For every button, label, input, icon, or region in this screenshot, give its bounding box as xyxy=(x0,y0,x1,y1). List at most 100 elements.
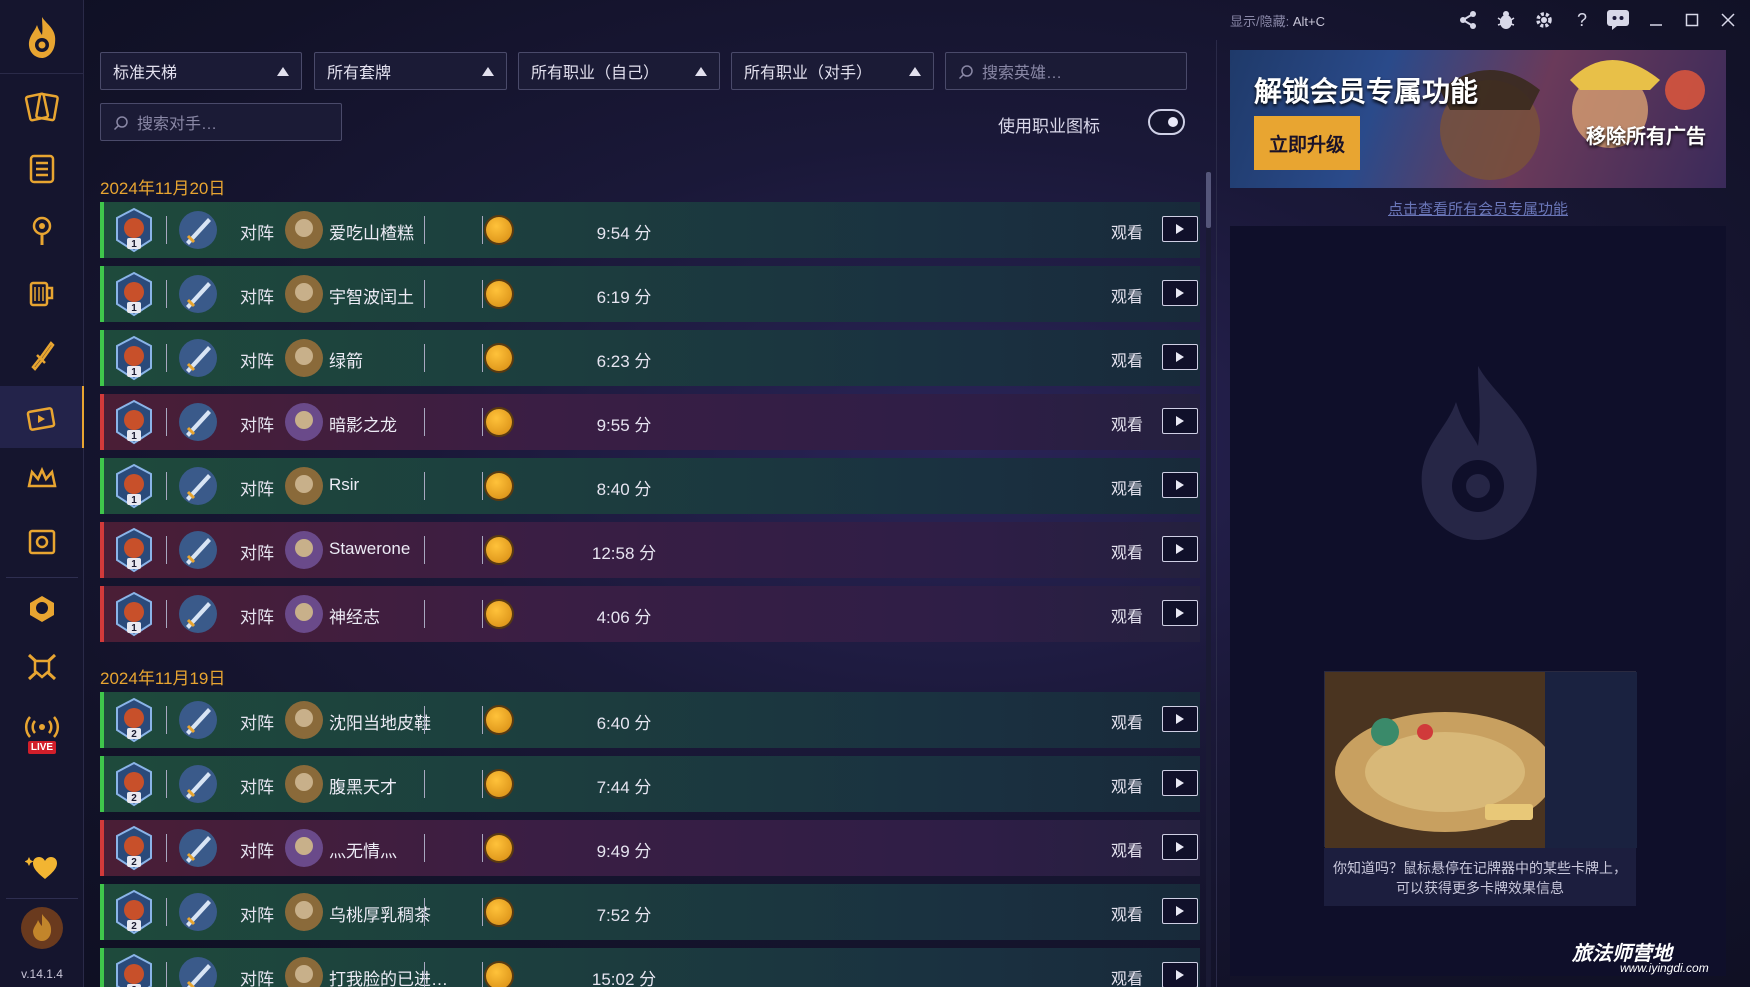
opponent-search-input[interactable]: 搜索对手… xyxy=(100,103,342,141)
game-duration: 9:49 分 xyxy=(596,842,652,861)
watch-label[interactable]: 观看 xyxy=(1111,539,1143,563)
rank-number: 1 xyxy=(131,303,137,314)
play-button[interactable] xyxy=(1162,536,1198,562)
class-opponent-select[interactable]: 所有职业（对手） xyxy=(731,52,934,90)
opponent-class-icon xyxy=(285,829,323,867)
watch-label[interactable]: 观看 xyxy=(1111,283,1143,307)
sidebar-item-ranking[interactable] xyxy=(0,448,84,510)
game-row[interactable]: 1 对阵 宇智波闰土 6:19 分 观看 xyxy=(100,266,1200,322)
game-row[interactable]: 1 对阵 爱吃山楂糕 9:54 分 观看 xyxy=(100,202,1200,258)
avatar xyxy=(21,907,63,949)
game-row[interactable]: 2 对阵 灬无情灬 9:49 分 观看 xyxy=(100,820,1200,876)
play-button[interactable] xyxy=(1162,472,1198,498)
sidebar-item-cards[interactable] xyxy=(0,76,84,138)
play-button[interactable] xyxy=(1162,770,1198,796)
gear-icon xyxy=(1536,12,1552,28)
watch-label[interactable]: 观看 xyxy=(1111,219,1143,243)
play-button[interactable] xyxy=(1162,898,1198,924)
question-icon: ? xyxy=(1576,9,1587,30)
crown-icon xyxy=(27,466,57,488)
opponent-name: 乌桃厚乳稠茶 xyxy=(329,906,431,925)
watch-label[interactable]: 观看 xyxy=(1111,837,1143,861)
watch-label[interactable]: 观看 xyxy=(1111,603,1143,627)
premium-banner[interactable]: 解锁会员专属功能 立即升级 移除所有广告 xyxy=(1230,50,1726,188)
play-button[interactable] xyxy=(1162,216,1198,242)
hero-search-input[interactable]: 搜索英雄… xyxy=(945,52,1187,90)
versus-label: 对阵 xyxy=(240,842,274,861)
game-duration: 8:40 分 xyxy=(596,480,652,499)
play-button[interactable] xyxy=(1162,280,1198,306)
opponent-name: 宇智波闰土 xyxy=(329,288,414,307)
coin-icon xyxy=(486,473,512,499)
minimize-button[interactable] xyxy=(1644,8,1668,32)
rank-badge-icon: 1 xyxy=(116,527,152,573)
game-row[interactable]: 1 对阵 神经志 4:06 分 观看 xyxy=(100,586,1200,642)
game-row[interactable]: 2 对阵 沈阳当地皮鞋 6:40 分 观看 xyxy=(100,692,1200,748)
sidebar-item-decks[interactable] xyxy=(0,138,84,200)
scrollbar-thumb[interactable] xyxy=(1206,172,1211,228)
user-avatar[interactable] xyxy=(0,900,84,956)
play-button[interactable] xyxy=(1162,600,1198,626)
app-window: LIVE v.14.1.4 显示/隐藏: Alt+C ? 标准天梯 所有套牌 所… xyxy=(0,0,1750,987)
game-row[interactable]: 2 对阵 腹黑天才 7:44 分 观看 xyxy=(100,756,1200,812)
game-row[interactable]: 1 对阵 Stawerone 12:58 分 观看 xyxy=(100,522,1200,578)
sidebar-item-collection[interactable] xyxy=(0,510,84,572)
game-row[interactable]: 2 对阵 乌桃厚乳稠茶 7:52 分 观看 xyxy=(100,884,1200,940)
own-class-icon xyxy=(179,893,217,931)
play-button[interactable] xyxy=(1162,408,1198,434)
own-class-icon xyxy=(179,339,217,377)
watch-label[interactable]: 观看 xyxy=(1111,411,1143,435)
deck-icon xyxy=(29,154,55,184)
deck-select[interactable]: 所有套牌 xyxy=(314,52,507,90)
own-class-icon xyxy=(179,595,217,633)
watch-label[interactable]: 观看 xyxy=(1111,347,1143,371)
promo-subtitle: 移除所有广告 xyxy=(1586,126,1706,148)
maximize-button[interactable] xyxy=(1680,8,1704,32)
play-button[interactable] xyxy=(1162,962,1198,987)
game-row[interactable]: 1 对阵 绿箭 6:23 分 观看 xyxy=(100,330,1200,386)
sidebar-item-replays[interactable] xyxy=(0,386,84,448)
game-row[interactable]: 2 对阵 打我脸的已进… 15:02 分 观看 xyxy=(100,948,1200,987)
premium-features-link[interactable]: 点击查看所有会员专属功能 xyxy=(1230,198,1726,219)
mode-select[interactable]: 标准天梯 xyxy=(100,52,302,90)
opponent-class-icon xyxy=(285,893,323,931)
chevron-up-icon xyxy=(909,67,921,76)
play-button[interactable] xyxy=(1162,344,1198,370)
watch-label[interactable]: 观看 xyxy=(1111,901,1143,925)
class-icon-toggle[interactable] xyxy=(1148,109,1185,135)
discord-button[interactable] xyxy=(1606,8,1630,32)
opponent-class-icon xyxy=(285,467,323,505)
game-row[interactable]: 1 对阵 暗影之龙 9:55 分 观看 xyxy=(100,394,1200,450)
scrollbar-track[interactable] xyxy=(1206,170,1211,987)
watch-label[interactable]: 观看 xyxy=(1111,773,1143,797)
minimize-icon xyxy=(1650,24,1662,26)
game-row[interactable]: 1 对阵 Rsir 8:40 分 观看 xyxy=(100,458,1200,514)
sidebar-item-meta[interactable] xyxy=(0,200,84,262)
play-icon xyxy=(1176,778,1184,788)
sidebar-item-battlegrounds[interactable] xyxy=(0,324,84,386)
sidebar-item-heroes[interactable] xyxy=(0,578,84,640)
coin-icon xyxy=(486,345,512,371)
upgrade-button[interactable]: 立即升级 xyxy=(1254,116,1360,170)
play-button[interactable] xyxy=(1162,706,1198,732)
sidebar-item-favorites[interactable] xyxy=(0,836,84,898)
app-logo[interactable] xyxy=(0,0,84,74)
share-button[interactable] xyxy=(1456,8,1480,32)
class-self-select[interactable]: 所有职业（自己） xyxy=(518,52,720,90)
sidebar-item-arena[interactable] xyxy=(0,636,84,698)
help-button[interactable]: ? xyxy=(1570,8,1594,32)
rank-number: 1 xyxy=(131,239,137,250)
rank-number: 1 xyxy=(131,431,137,442)
close-button[interactable] xyxy=(1716,8,1740,32)
sidebar-item-tavern[interactable] xyxy=(0,262,84,324)
watch-label[interactable]: 观看 xyxy=(1111,965,1143,987)
watch-label[interactable]: 观看 xyxy=(1111,475,1143,499)
sidebar-item-live[interactable]: LIVE xyxy=(0,706,84,762)
play-button[interactable] xyxy=(1162,834,1198,860)
opponent-class-icon xyxy=(285,403,323,441)
opponent-name: 沈阳当地皮鞋 xyxy=(329,714,431,733)
watch-label[interactable]: 观看 xyxy=(1111,709,1143,733)
settings-button[interactable] xyxy=(1532,8,1556,32)
opponent-name: 爱吃山楂糕 xyxy=(329,224,414,243)
bug-report-button[interactable] xyxy=(1494,8,1518,32)
